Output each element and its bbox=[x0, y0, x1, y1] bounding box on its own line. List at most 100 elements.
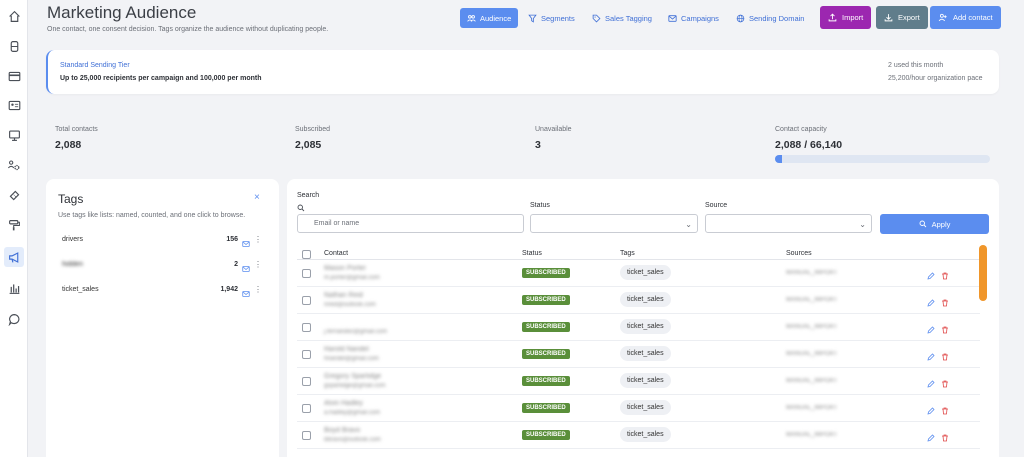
megaphone-icon[interactable] bbox=[4, 247, 24, 267]
table-row[interactable]: Mason Porter m.porter@gmail.com SUBSCRIBED… bbox=[297, 260, 980, 287]
status-select[interactable]: ⌄ bbox=[530, 214, 698, 233]
stat-label: Subscribed bbox=[295, 126, 331, 133]
tag-list-item[interactable]: ticket_sales 1,942 ⋮ bbox=[62, 285, 262, 298]
table-row[interactable]: Boyd Bravo bbravo@outlook.com SUBSCRIBED ti… bbox=[297, 422, 980, 449]
source-select[interactable]: ⌄ bbox=[705, 214, 872, 233]
card-icon[interactable] bbox=[4, 66, 24, 86]
select-all-checkbox[interactable] bbox=[302, 250, 311, 259]
apply-button[interactable]: Apply bbox=[880, 214, 989, 234]
stat-unavailable: Unavailable 3 bbox=[535, 126, 572, 151]
stat-value: 3 bbox=[535, 139, 541, 151]
edit-icon[interactable] bbox=[927, 375, 935, 393]
more-options-icon[interactable]: ⋮ bbox=[254, 235, 262, 244]
status-badge: SUBSCRIBED bbox=[522, 349, 570, 359]
edit-icon[interactable] bbox=[927, 348, 935, 366]
contact-name: Mason Porter bbox=[324, 265, 367, 272]
search-label: Search bbox=[297, 192, 320, 199]
tab-sales-tagging[interactable]: Sales Tagging bbox=[585, 8, 659, 28]
more-options-icon[interactable]: ⋮ bbox=[254, 260, 262, 269]
scrollbar-thumb[interactable] bbox=[979, 245, 987, 301]
stat-value: 2,088 bbox=[55, 139, 82, 151]
tag-chip[interactable]: ticket_sales bbox=[620, 319, 671, 334]
home-icon[interactable] bbox=[4, 6, 24, 26]
people-settings-icon[interactable] bbox=[4, 155, 24, 175]
mail-icon[interactable] bbox=[242, 285, 250, 303]
tag-chip[interactable]: ticket_sales bbox=[620, 373, 671, 388]
contact-email: gspartidge@gmail.com bbox=[324, 383, 386, 389]
table-row[interactable]: j.fernandez@gmail.com SUBSCRIBED ticket_sa… bbox=[297, 314, 980, 341]
edit-icon[interactable] bbox=[927, 321, 935, 339]
column-header-contact[interactable]: Contact bbox=[324, 250, 348, 257]
delete-icon[interactable] bbox=[941, 429, 949, 447]
import-button[interactable]: Import bbox=[820, 6, 872, 29]
row-checkbox[interactable] bbox=[302, 431, 311, 440]
page-title: Marketing Audience bbox=[47, 3, 197, 22]
monitor-icon[interactable] bbox=[4, 125, 24, 145]
tag-list-item[interactable]: drivers 156 ⋮ bbox=[62, 235, 262, 248]
stat-label: Total contacts bbox=[55, 126, 98, 133]
export-button[interactable]: Export bbox=[876, 6, 928, 29]
tab-audience[interactable]: Audience bbox=[460, 8, 519, 28]
edit-icon[interactable] bbox=[927, 267, 935, 285]
delete-icon[interactable] bbox=[941, 267, 949, 285]
edit-icon[interactable] bbox=[927, 294, 935, 312]
tag-chip[interactable]: ticket_sales bbox=[620, 265, 671, 280]
source-label: Source bbox=[705, 202, 728, 209]
tab-campaigns-label: Campaigns bbox=[681, 13, 719, 23]
tag-list-item[interactable]: hidden 2 ⋮ bbox=[62, 260, 262, 273]
bar-chart-icon[interactable] bbox=[4, 278, 24, 298]
column-header-status[interactable]: Status bbox=[522, 250, 542, 257]
contact-email: hnandel@gmail.com bbox=[324, 356, 379, 362]
tag-chip[interactable]: ticket_sales bbox=[620, 346, 671, 361]
add-contact-button[interactable]: Add contact bbox=[930, 6, 1001, 29]
tag-icon bbox=[592, 14, 601, 22]
column-header-sources[interactable]: Sources bbox=[786, 250, 812, 257]
tab-campaigns[interactable]: Campaigns bbox=[661, 8, 726, 28]
edit-icon[interactable] bbox=[927, 429, 935, 447]
more-options-icon[interactable]: ⋮ bbox=[254, 285, 262, 294]
mail-icon[interactable] bbox=[242, 260, 250, 278]
row-checkbox[interactable] bbox=[302, 323, 311, 332]
contact-card-icon[interactable] bbox=[4, 95, 24, 115]
tag-chip[interactable]: ticket_sales bbox=[620, 427, 671, 442]
stat-label: Unavailable bbox=[535, 126, 572, 133]
tag-name: hidden bbox=[62, 261, 84, 268]
delete-icon[interactable] bbox=[941, 321, 949, 339]
search-input[interactable]: Email or name bbox=[297, 214, 524, 233]
table-row[interactable]: Brandon Smith bbox=[297, 449, 980, 457]
delete-icon[interactable] bbox=[941, 402, 949, 420]
contact-email: m.porter@gmail.com bbox=[324, 275, 380, 281]
row-checkbox[interactable] bbox=[302, 296, 311, 305]
audience-icon bbox=[467, 14, 476, 22]
add-contact-label: Add contact bbox=[953, 13, 993, 22]
ticket-icon[interactable] bbox=[4, 185, 24, 205]
search-icon bbox=[919, 220, 926, 228]
row-checkbox[interactable] bbox=[302, 350, 311, 359]
device-icon[interactable] bbox=[4, 36, 24, 56]
table-row[interactable]: Gregory Spartidge gspartidge@gmail.com SUB… bbox=[297, 368, 980, 395]
tag-chip[interactable]: ticket_sales bbox=[620, 400, 671, 415]
chat-icon[interactable] bbox=[4, 309, 24, 329]
paint-roller-icon[interactable] bbox=[4, 215, 24, 235]
delete-icon[interactable] bbox=[941, 294, 949, 312]
row-checkbox[interactable] bbox=[302, 269, 311, 278]
edit-icon[interactable] bbox=[927, 402, 935, 420]
row-checkbox[interactable] bbox=[302, 377, 311, 386]
table-row[interactable]: Harold Nandel hnandel@gmail.com SUBSCRIBED… bbox=[297, 341, 980, 368]
column-header-tags[interactable]: Tags bbox=[620, 250, 635, 257]
delete-icon[interactable] bbox=[941, 348, 949, 366]
tag-name: drivers bbox=[62, 236, 84, 243]
sending-tier-banner: Standard Sending Tier Up to 25,000 recip… bbox=[46, 50, 999, 94]
table-row[interactable]: Alvin Hadley a.hadley@gmail.com SUBSCRIBED… bbox=[297, 395, 980, 422]
source-value: MANUAL_IMPORT bbox=[786, 378, 838, 384]
tab-segments[interactable]: Segments bbox=[521, 8, 582, 28]
export-label: Export bbox=[898, 13, 920, 22]
delete-icon[interactable] bbox=[941, 375, 949, 393]
mail-icon[interactable] bbox=[242, 235, 250, 253]
row-checkbox[interactable] bbox=[302, 404, 311, 413]
tab-sending-domain[interactable]: Sending Domain bbox=[729, 8, 811, 28]
table-row[interactable]: Nathan Reid nreid@outlook.com SUBSCRIBED ti… bbox=[297, 287, 980, 314]
close-icon[interactable]: × bbox=[254, 192, 260, 203]
tag-chip[interactable]: ticket_sales bbox=[620, 292, 671, 307]
search-placeholder: Email or name bbox=[314, 220, 360, 227]
